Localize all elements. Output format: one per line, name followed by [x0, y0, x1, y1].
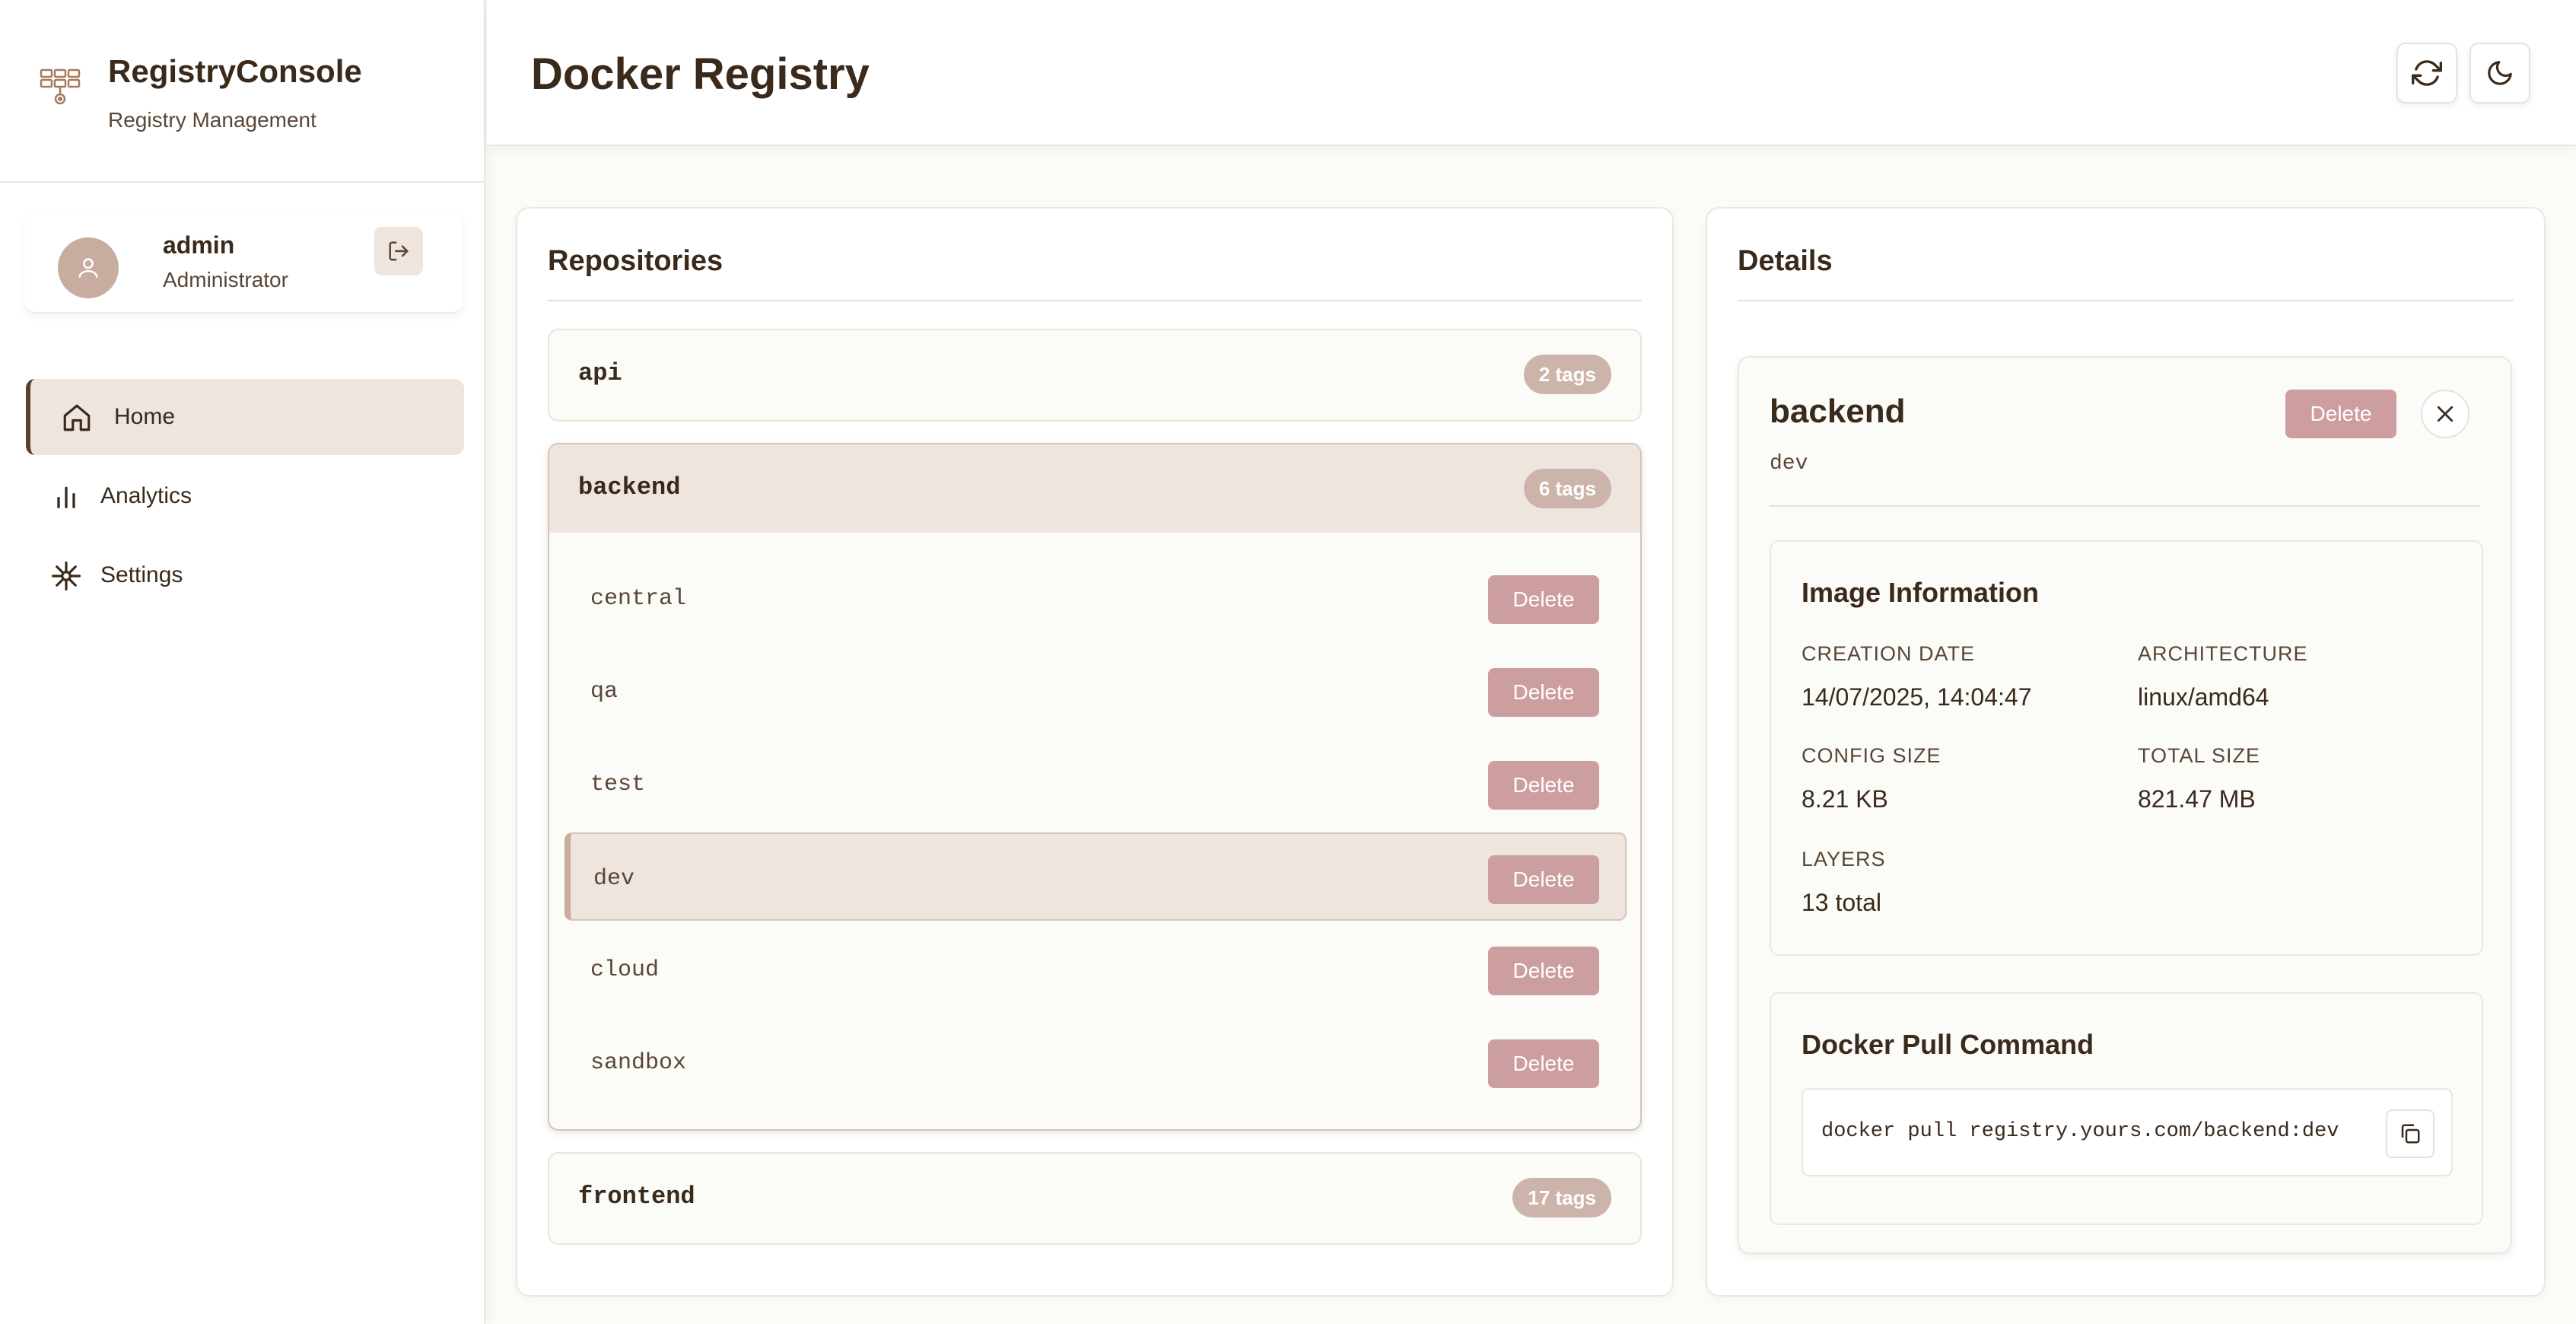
creation-date-label: CREATION DATE	[1802, 642, 1976, 665]
repo-header[interactable]: api 2 tags	[549, 330, 1640, 419]
user-card: admin Administrator	[24, 213, 463, 313]
repo-name: api	[578, 359, 622, 387]
close-icon	[2437, 406, 2454, 422]
divider	[1770, 505, 2480, 507]
pull-command-card: Docker Pull Command docker pull registry…	[1770, 992, 2483, 1225]
pull-command-text: docker pull registry.yours.com/backend:d…	[1821, 1120, 2339, 1143]
theme-toggle-button[interactable]	[2469, 43, 2530, 103]
home-icon	[59, 400, 94, 435]
repo-item-api[interactable]: api 2 tags	[548, 329, 1642, 422]
tag-row[interactable]: central Delete	[564, 554, 1627, 642]
tag-name: dev	[593, 866, 635, 892]
brand: RegistryConsole Registry Management	[0, 0, 485, 183]
tag-name: test	[590, 772, 646, 797]
nav-label: Settings	[100, 562, 183, 587]
close-details-button[interactable]	[2421, 390, 2469, 438]
details-panel: Details backend dev Delete Image Informa…	[1706, 207, 2546, 1297]
tag-count-badge: 2 tags	[1523, 355, 1611, 394]
repo-name: backend	[578, 473, 681, 501]
bar-chart-icon	[49, 479, 84, 514]
layers-value: 13 total	[1802, 889, 1881, 916]
delete-tag-button[interactable]: Delete	[1488, 761, 1599, 810]
detail-tag-name: dev	[1770, 452, 1808, 476]
tag-count-badge: 6 tags	[1523, 469, 1611, 508]
nav-label: Home	[114, 404, 176, 429]
delete-tag-button[interactable]: Delete	[1488, 855, 1599, 904]
logout-icon	[389, 241, 409, 261]
tag-row[interactable]: cloud Delete	[564, 925, 1627, 1014]
nav-item-analytics[interactable]: Analytics	[26, 458, 464, 534]
tag-count-badge: 17 tags	[1512, 1178, 1611, 1217]
repo-item-backend[interactable]: backend 6 tags central Delete qa Delete …	[548, 443, 1642, 1131]
tag-row[interactable]: qa Delete	[564, 647, 1627, 735]
sidebar: RegistryConsole Registry Management admi…	[0, 0, 485, 1324]
repositories-title: Repositories	[548, 245, 724, 277]
delete-image-button[interactable]: Delete	[2285, 390, 2396, 438]
nav-item-home[interactable]: Home	[26, 379, 464, 455]
gear-icon	[49, 559, 84, 594]
refresh-icon	[2412, 60, 2442, 86]
total-size-label: TOTAL SIZE	[2138, 744, 2261, 767]
user-name: admin	[163, 231, 235, 259]
tag-name: qa	[590, 679, 619, 705]
logout-button[interactable]	[374, 227, 423, 275]
creation-date-value: 14/07/2025, 14:04:47	[1802, 683, 2032, 711]
nav-label: Analytics	[100, 483, 192, 508]
image-detail-card: backend dev Delete Image Information CRE…	[1738, 356, 2512, 1254]
page-title: Docker Registry	[531, 49, 870, 99]
nav-item-settings[interactable]: Settings	[26, 537, 464, 613]
architecture-value: linux/amd64	[2138, 683, 2269, 711]
image-info-title: Image Information	[1802, 577, 2040, 608]
pull-command-title: Docker Pull Command	[1802, 1029, 2094, 1060]
details-title: Details	[1738, 245, 1833, 277]
repo-name: frontend	[578, 1182, 695, 1211]
tag-row-selected[interactable]: dev Delete	[564, 832, 1627, 921]
moon-icon	[2488, 61, 2512, 85]
copy-command-button[interactable]	[2386, 1109, 2434, 1158]
avatar	[58, 237, 119, 298]
delete-tag-button[interactable]: Delete	[1488, 668, 1599, 717]
registry-logo-icon	[40, 67, 82, 110]
tag-row[interactable]: test Delete	[564, 740, 1627, 828]
image-information-card: Image Information CREATION DATE 14/07/20…	[1770, 540, 2483, 956]
repo-header[interactable]: frontend 17 tags	[549, 1154, 1640, 1242]
repo-item-frontend[interactable]: frontend 17 tags	[548, 1152, 1642, 1245]
app-name: RegistryConsole	[108, 53, 362, 89]
tag-name: sandbox	[590, 1050, 687, 1076]
layers-label: LAYERS	[1802, 848, 1886, 870]
tag-name: central	[590, 586, 687, 612]
app-subtitle: Registry Management	[108, 108, 316, 132]
user-role: Administrator	[163, 268, 288, 291]
repositories-panel: Repositories api 2 tags backend 6 tags c…	[516, 207, 1674, 1297]
delete-tag-button[interactable]: Delete	[1488, 1039, 1599, 1088]
divider	[548, 300, 1642, 301]
config-size-value: 8.21 KB	[1802, 785, 1888, 813]
delete-tag-button[interactable]: Delete	[1488, 947, 1599, 995]
top-header: Docker Registry	[487, 0, 2576, 146]
copy-icon	[2401, 1124, 2420, 1144]
total-size-value: 821.47 MB	[2138, 785, 2256, 813]
user-icon	[78, 258, 98, 278]
divider	[1738, 300, 2514, 301]
pull-command-box: docker pull registry.yours.com/backend:d…	[1802, 1088, 2453, 1176]
main-nav: Home Analytics Settings	[26, 379, 464, 616]
architecture-label: ARCHITECTURE	[2138, 642, 2308, 665]
refresh-button[interactable]	[2396, 43, 2457, 103]
tag-name: cloud	[590, 957, 660, 983]
delete-tag-button[interactable]: Delete	[1488, 575, 1599, 624]
repo-header[interactable]: backend 6 tags	[549, 444, 1640, 533]
config-size-label: CONFIG SIZE	[1802, 744, 1942, 767]
tag-row[interactable]: sandbox Delete	[564, 1018, 1627, 1106]
detail-repo-name: backend	[1770, 393, 1906, 430]
